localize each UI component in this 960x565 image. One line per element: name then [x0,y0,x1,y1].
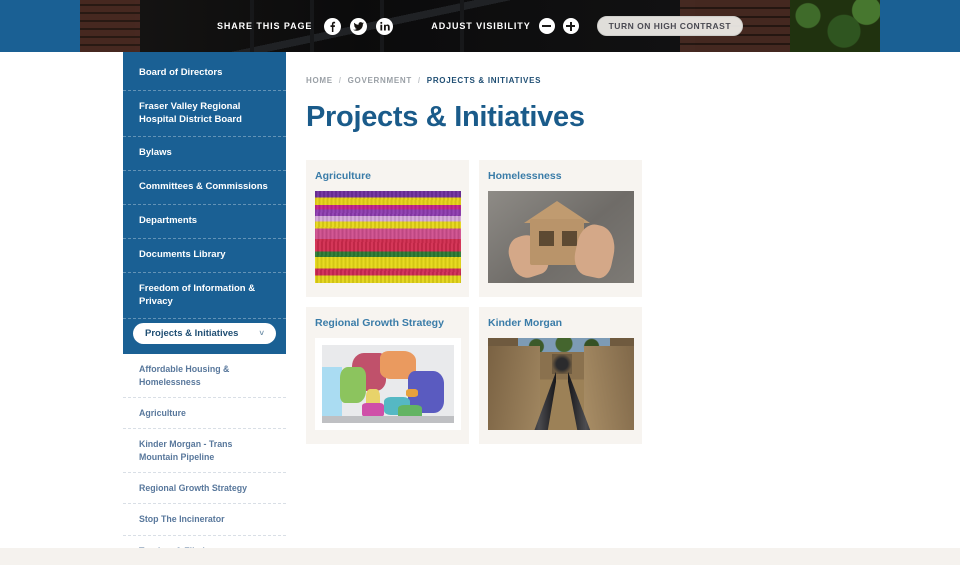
footer-band [0,548,960,565]
house-window-left [539,231,554,246]
sidebar-item-bylaws[interactable]: Bylaws [123,137,286,172]
breadcrumb: HOME / GOVERNMENT / PROJECTS & INITIATIV… [306,52,866,85]
sidebar-subitem-kinder-morgan-trans-mountain-pipeline[interactable]: Kinder Morgan - Trans Mountain Pipeline [123,429,286,473]
decrease-text-size-button[interactable] [538,18,555,34]
sidebar-subitem-affordable-housing-and-homelessness[interactable]: Affordable Housing & Homelessness [123,354,286,398]
regional-map-image [315,338,461,430]
sidebar-active-item-wrapper: Projects & Initiatives ˅ [123,319,286,354]
project-cards-grid: Agriculture Homelessness Regional Growth… [306,160,866,444]
increase-text-size-button[interactable] [562,18,579,34]
breadcrumb-separator-2: / [417,76,421,85]
sidebar-item-fraser-valley-regional-hospital-district-board[interactable]: Fraser Valley Regional Hospital District… [123,91,286,138]
linkedin-icon[interactable] [376,17,394,35]
sidebar-item-documents-library[interactable]: Documents Library [123,239,286,273]
project-card-kinder-morgan[interactable]: Kinder Morgan [479,307,642,444]
sidebar-main-list: Board of Directors Fraser Valley Regiona… [123,52,286,320]
sidebar-item-projects-and-initiatives[interactable]: Projects & Initiatives ˅ [133,323,276,345]
breadcrumb-separator-1: / [338,76,342,85]
map-water-area [322,367,342,417]
cardboard-house-image [488,191,634,283]
project-card-title: Regional Growth Strategy [315,317,444,329]
sidebar-item-committees-and-commissions[interactable]: Committees & Commissions [123,171,286,206]
sidebar-item-board-of-directors[interactable]: Board of Directors [123,52,286,91]
twitter-icon[interactable] [350,17,368,35]
project-card-title: Homelessness [488,170,562,182]
visibility-label: ADJUST VISIBILITY [431,21,531,31]
facebook-icon[interactable] [324,17,342,35]
page-root: SHARE THIS PAGE ADJUST VISIBILITY TURN O… [0,0,960,565]
tulip-field-image [315,191,461,283]
chevron-down-icon: ˅ [259,329,264,339]
sidebar-subitem-agriculture[interactable]: Agriculture [123,398,286,430]
project-card-homelessness[interactable]: Homelessness [479,160,642,297]
trench-wall-left [488,346,540,430]
project-card-title: Kinder Morgan [488,317,563,329]
share-label: SHARE THIS PAGE [216,21,313,31]
page-title: Projects & Initiatives [306,101,585,133]
project-card-agriculture[interactable]: Agriculture [306,160,469,297]
visibility-controls: ADJUST VISIBILITY TURN ON HIGH CONTRAST [431,16,744,36]
sidebar-subitem-stop-the-incinerator[interactable]: Stop The Incinerator [123,504,286,536]
pipeline-vanishing-point [552,354,572,374]
map-region-6 [362,403,384,417]
trench-wall-right [584,346,634,430]
high-contrast-toggle-button[interactable]: TURN ON HIGH CONTRAST [596,16,744,36]
project-card-title: Agriculture [315,170,372,182]
breadcrumb-item-home[interactable]: HOME [306,76,333,85]
sidebar-item-departments[interactable]: Departments [123,205,286,239]
sidebar-active-item-label: Projects & Initiatives [145,328,239,340]
sidebar-subitem-regional-growth-strategy[interactable]: Regional Growth Strategy [123,473,286,505]
sidebar-sub-list: Affordable Housing & Homelessness Agricu… [123,354,286,565]
map-bottom-bar [322,416,454,423]
sidebar-item-freedom-of-information-and-privacy[interactable]: Freedom of Information & Privacy [123,273,286,320]
pipeline-trench-image [488,338,634,430]
house-window-right [562,231,577,246]
sidebar-navigation: Board of Directors Fraser Valley Regiona… [123,52,286,565]
map-canvas [322,345,454,423]
social-share-group [324,17,394,35]
breadcrumb-item-current: PROJECTS & INITIATIVES [426,76,542,85]
top-utility-bar: SHARE THIS PAGE ADJUST VISIBILITY TURN O… [0,0,960,52]
project-card-regional-growth-strategy[interactable]: Regional Growth Strategy [306,307,469,444]
map-region-3 [340,367,366,403]
main-content: HOME / GOVERNMENT / PROJECTS & INITIATIV… [306,52,866,444]
map-region-9 [406,389,418,397]
breadcrumb-item-government[interactable]: GOVERNMENT [348,76,412,85]
